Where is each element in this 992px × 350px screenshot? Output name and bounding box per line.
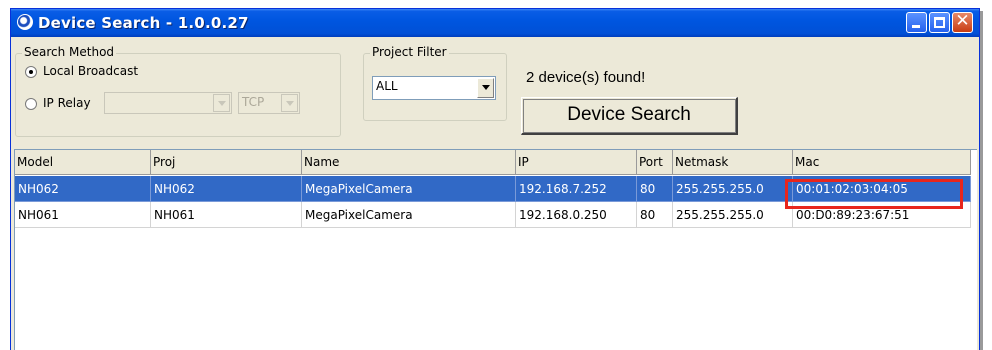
protocol-value: TCP	[242, 95, 265, 109]
cell-proj: NH062	[151, 176, 302, 202]
app-icon	[17, 14, 33, 30]
cell-name: MegaPixelCamera	[302, 202, 516, 228]
chevron-down-icon	[482, 85, 490, 90]
cell-model: NH062	[15, 176, 151, 202]
chevron-down-icon	[218, 101, 226, 106]
cell-ip: 192.168.0.250	[516, 202, 637, 228]
column-header-proj[interactable]: Proj	[151, 150, 302, 175]
project-filter-value: ALL	[376, 79, 398, 93]
cell-netmask: 255.255.255.0	[673, 176, 793, 202]
protocol-dropdown-button[interactable]	[281, 94, 298, 112]
column-header-model[interactable]: Model	[15, 150, 151, 175]
column-header-netmask[interactable]: Netmask	[673, 150, 793, 175]
ip-relay-radio[interactable]	[25, 98, 37, 110]
cell-ip: 192.168.7.252	[516, 176, 637, 202]
minimize-icon	[912, 25, 920, 28]
column-header-port[interactable]: Port	[637, 150, 673, 175]
project-filter-combo[interactable]: ALL	[372, 76, 496, 100]
column-header-mac[interactable]: Mac	[793, 150, 971, 175]
screenshot-canvas: Device Search - 1.0.0.27 ✕ Search Method…	[0, 0, 992, 350]
close-icon: ✕	[955, 11, 970, 31]
protocol-combo[interactable]: TCP	[238, 92, 300, 114]
minimize-button[interactable]	[906, 12, 927, 33]
maximize-icon	[934, 17, 945, 28]
close-button[interactable]: ✕	[952, 11, 973, 33]
cell-name: MegaPixelCamera	[302, 176, 516, 202]
project-filter-group: Project Filter ALL	[363, 45, 507, 121]
cell-model: NH061	[15, 202, 151, 228]
search-method-group: Search Method Local Broadcast IP Relay T…	[15, 45, 341, 137]
title-bar[interactable]: Device Search - 1.0.0.27 ✕	[11, 9, 979, 37]
column-header-name[interactable]: Name	[302, 150, 516, 175]
mac-highlight-box	[785, 179, 963, 209]
window-title: Device Search - 1.0.0.27	[38, 14, 249, 32]
ip-relay-combo[interactable]	[104, 92, 232, 114]
column-header-ip[interactable]: IP	[516, 150, 637, 175]
search-method-legend: Search Method	[22, 45, 117, 59]
ip-relay-dropdown-button[interactable]	[213, 94, 230, 112]
maximize-button[interactable]	[929, 12, 950, 33]
project-filter-dropdown-button[interactable]	[477, 78, 494, 98]
cell-proj: NH061	[151, 202, 302, 228]
ip-relay-label[interactable]: IP Relay	[43, 96, 91, 110]
local-broadcast-label[interactable]: Local Broadcast	[43, 64, 138, 78]
project-filter-legend: Project Filter	[370, 45, 449, 59]
chevron-down-icon	[286, 101, 294, 106]
cell-netmask: 255.255.255.0	[673, 202, 793, 228]
devices-found-status: 2 device(s) found!	[526, 69, 646, 86]
local-broadcast-radio[interactable]	[25, 66, 37, 78]
device-search-button[interactable]: Device Search	[521, 97, 738, 135]
cell-port: 80	[637, 202, 673, 228]
cell-port: 80	[637, 176, 673, 202]
